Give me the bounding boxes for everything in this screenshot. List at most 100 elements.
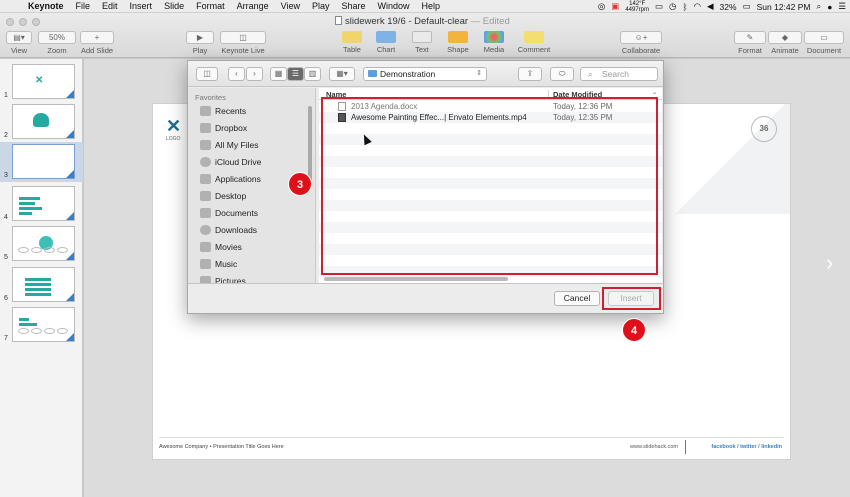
menu-insert[interactable]: Insert [124,1,159,11]
thumb-corner [66,333,74,341]
column-view-icon[interactable]: ▥ [304,67,321,81]
battery-icon[interactable]: ▭ [743,1,751,12]
wifi-icon[interactable]: ◠ [694,1,701,12]
sort-chevron-icon: ⌄ [651,90,657,96]
view-button[interactable]: ▤▾ View [6,31,32,55]
play-button[interactable]: ▶ Play [186,31,214,55]
share-icon[interactable]: ⇪ [518,67,542,81]
menu-share[interactable]: Share [336,1,372,11]
status-circle-icon[interactable]: ◎ [598,1,605,12]
menu-view[interactable]: View [275,1,306,11]
back-chevron-icon[interactable]: ‹ [228,67,245,81]
animate-button[interactable]: ◆ Animate [768,31,802,55]
notification-center-icon[interactable]: ☰ [838,1,846,12]
menu-window[interactable]: Window [372,1,416,11]
spotlight-icon[interactable]: ⌕ [816,1,821,12]
slide-thumbnail-6[interactable]: 6 [4,267,75,302]
window-title: slidewerk 19/6 - Default-clear — Edited [335,16,510,27]
animate-icon: ◆ [768,31,802,44]
tag-icon[interactable]: ⬭ [550,67,574,81]
sidebar-scrollbar[interactable] [308,106,312,186]
sidebar-item-label: Movies [215,242,242,252]
bluetooth-icon[interactable]: ᛒ [682,2,687,12]
dropbox-status-icon[interactable]: ▣ [611,1,619,12]
sidebar-item-music[interactable]: Music [200,257,237,271]
sidebar-item-recents[interactable]: Recents [200,104,246,118]
arrange-menu-icon[interactable]: ▦▾ [329,67,355,81]
slide-thumbnail-5[interactable]: 5 [4,226,75,261]
chart-button[interactable]: Chart [372,31,400,54]
menu-edit[interactable]: Edit [96,1,124,11]
sidebar-item-dropbox[interactable]: Dropbox [200,121,247,135]
menu-file[interactable]: File [70,1,97,11]
sidebar-item-desktop[interactable]: Desktop [200,189,246,203]
sidebar-item-movies[interactable]: Movies [200,240,242,254]
shape-button[interactable]: Shape [444,31,472,54]
sidebar-item-all-my-files[interactable]: All My Files [200,138,258,152]
text-label: Text [415,45,429,54]
comment-label: Comment [517,45,551,54]
sidebar-item-icloud-drive[interactable]: iCloud Drive [200,155,261,169]
media-label: Media [483,45,505,54]
time-machine-icon[interactable]: ◷ [669,1,676,12]
add-slide-button[interactable]: + Add Slide [80,31,114,55]
zoom-button[interactable]: 50% Zoom [38,31,76,55]
temp-readout[interactable]: 142°F 4497rpm [625,1,649,13]
format-button[interactable]: ✎ Format [734,31,766,55]
slide-thumbnail-4[interactable]: 4 [4,186,75,221]
horizontal-scrollbar[interactable] [324,277,508,281]
keynote-live-button[interactable]: ◫ Keynote Live [220,31,266,55]
view-label: View [10,46,28,55]
airplay-icon[interactable]: ▭ [655,1,663,12]
view-icon: ▤▾ [6,31,32,44]
search-field[interactable]: ⌕ Search [580,67,658,81]
menu-help[interactable]: Help [416,1,447,11]
footer-social: facebook / twitter / linkedin [711,444,782,450]
search-placeholder: Search [602,69,629,79]
menu-slide[interactable]: Slide [158,1,190,11]
text-button[interactable]: Text [408,31,436,54]
clock[interactable]: Sun 12:42 PM [757,2,811,12]
comment-button[interactable]: Comment [514,31,554,54]
volume-icon[interactable]: ◀ [707,1,714,12]
dots-graphic [18,328,68,334]
chevron-right-icon[interactable]: › [826,250,833,276]
shape-label: Shape [447,45,469,54]
sidebar-item-applications[interactable]: Applications [200,172,261,186]
cancel-button[interactable]: Cancel [554,291,600,306]
slide-number: 6 [4,295,8,302]
sidebar-toggle-icon[interactable]: ◫ [196,67,218,81]
minimize-window-button[interactable] [19,18,27,26]
battery-percent[interactable]: 32% [720,2,737,12]
slide-number: 3 [4,172,8,179]
collaborate-button[interactable]: ☺+ Collaborate [620,31,662,55]
menu-app[interactable]: Keynote [22,1,70,11]
footer-website: www.slidehack.com [630,444,678,450]
document-button[interactable]: ▭ Document [804,31,844,55]
zoom-window-button[interactable] [32,18,40,26]
window-toolbar: slidewerk 19/6 - Default-clear — Edited … [0,13,850,58]
list-view-icon[interactable]: ☰ [287,67,304,81]
table-button[interactable]: Table [338,31,366,54]
edited-label[interactable]: — Edited [471,16,510,27]
sidebar-item-downloads[interactable]: Downloads [200,223,257,237]
menu-format[interactable]: Format [190,1,231,11]
siri-icon[interactable]: ● [827,2,832,12]
slide-number: 4 [4,214,8,221]
shape-icon [448,31,468,43]
sidebar-item-documents[interactable]: Documents [200,206,258,220]
step-badge-3: 3 [288,172,312,196]
media-button[interactable]: Media [480,31,508,54]
menu-arrange[interactable]: Arrange [231,1,275,11]
icon-view-icon[interactable]: ▦ [270,67,287,81]
chart-icon [376,31,396,43]
slide-thumbnail-2[interactable]: 2 [4,104,75,139]
menu-play[interactable]: Play [306,1,336,11]
location-popup[interactable]: Demonstration ⇕ [363,67,487,81]
slide-thumbnail-1[interactable]: 1 ✕ [4,64,75,99]
slide-thumbnail-7[interactable]: 7 [4,307,75,342]
slide-thumbnail-3[interactable]: 3 [4,144,75,179]
sidebar-item-label: Applications [215,174,261,184]
forward-chevron-icon[interactable]: › [246,67,263,81]
close-window-button[interactable] [6,18,14,26]
